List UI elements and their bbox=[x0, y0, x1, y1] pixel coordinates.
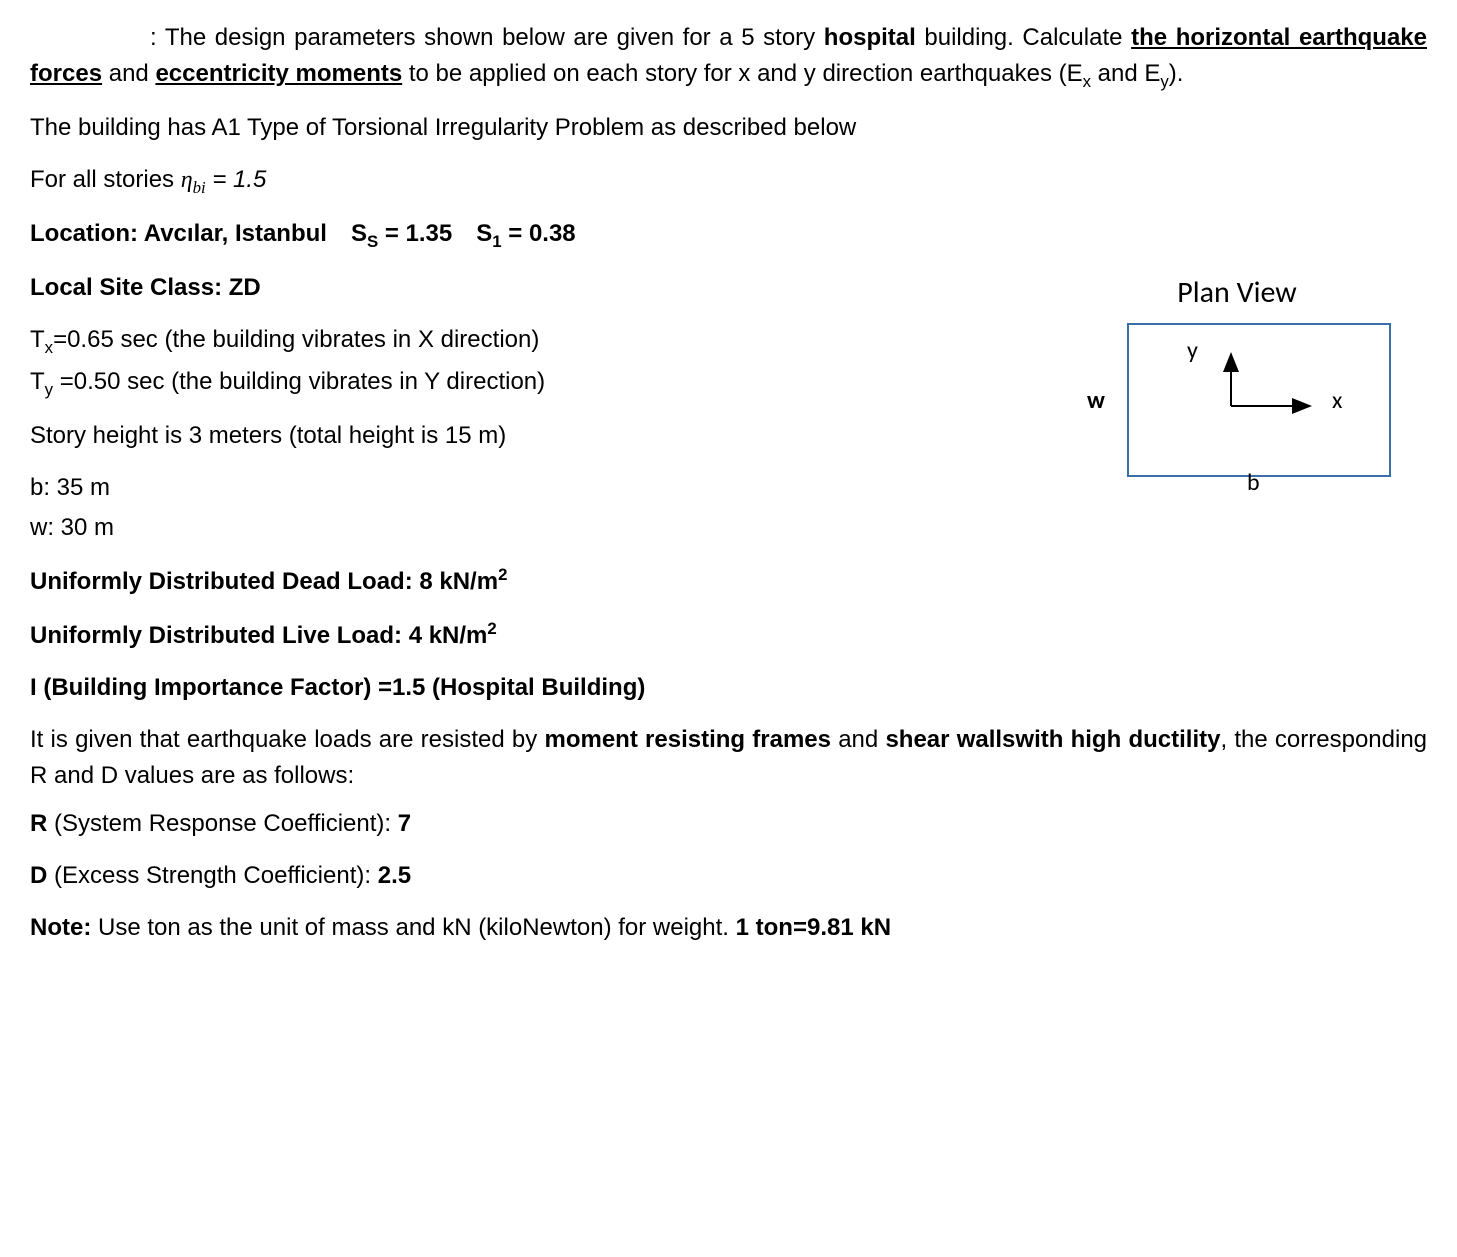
axis-x-label: x bbox=[1332, 383, 1342, 419]
axis-y-label: y bbox=[1187, 333, 1198, 369]
plan-title: Plan View bbox=[1047, 270, 1427, 315]
importance-factor: I (Building Importance Factor) =1.5 (Hos… bbox=[30, 670, 1427, 706]
note-line: Note: Use ton as the unit of mass and kN… bbox=[30, 910, 1427, 946]
intro-l1: : The design parameters shown below are … bbox=[150, 24, 1014, 51]
ty-line: Ty =0.50 sec (the building vibrates in Y… bbox=[30, 364, 1007, 402]
d-line: D (Excess Strength Coefficient): 2.5 bbox=[30, 858, 1427, 894]
axes-icon bbox=[1213, 351, 1343, 441]
dead-load: Uniformly Distributed Dead Load: 8 kN/m2 bbox=[30, 562, 1427, 600]
eta-line: For all stories ηbi = 1.5 bbox=[30, 162, 1427, 200]
dim-w: w: 30 m bbox=[30, 510, 1007, 546]
site-class: Local Site Class: ZD bbox=[30, 270, 1007, 306]
r-line: R (System Response Coefficient): 7 bbox=[30, 806, 1427, 842]
dim-b: b: 35 m bbox=[30, 470, 1007, 506]
story-height: Story height is 3 meters (total height i… bbox=[30, 418, 1007, 454]
location-line: Location: Avcılar, Istanbul SS = 1.35 S1… bbox=[30, 216, 1427, 254]
plan-diagram: w b y x bbox=[1087, 323, 1387, 493]
plan-b-label: b bbox=[1247, 465, 1260, 501]
plan-w-label: w bbox=[1087, 383, 1105, 419]
live-load: Uniformly Distributed Live Load: 4 kN/m2 bbox=[30, 616, 1427, 654]
intro-paragraph: : The design parameters shown below are … bbox=[30, 20, 1427, 94]
plan-rect bbox=[1127, 323, 1391, 477]
resist-line: It is given that earthquake loads are re… bbox=[30, 722, 1427, 794]
tx-line: Tx=0.65 sec (the building vibrates in X … bbox=[30, 322, 1007, 360]
a1-line: The building has A1 Type of Torsional Ir… bbox=[30, 110, 1427, 146]
